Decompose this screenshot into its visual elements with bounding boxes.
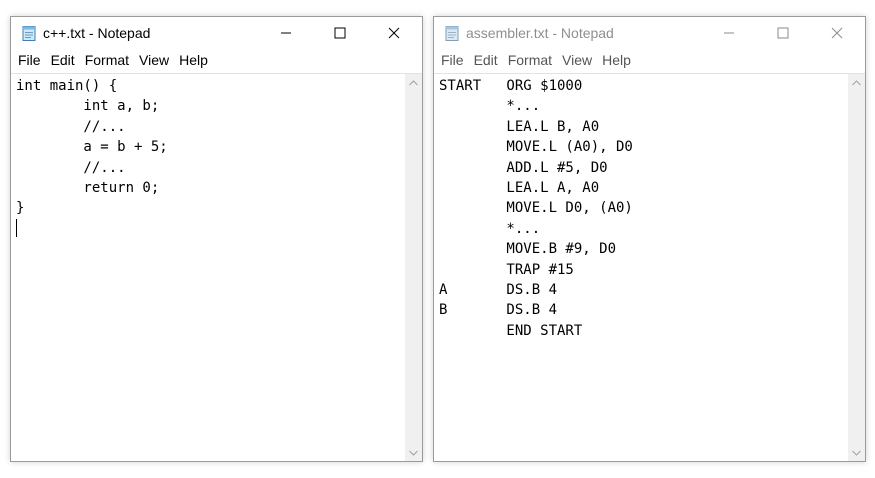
code-line: } xyxy=(16,200,25,217)
text-editor[interactable]: int main() { int a, b; //... a = b + 5; … xyxy=(11,73,405,461)
minimize-button[interactable] xyxy=(706,17,752,49)
text-editor[interactable]: START ORG $1000 *... LEA.L B, A0 MOVE.L … xyxy=(434,73,848,461)
notepad-icon xyxy=(445,25,459,41)
code-line: MOVE.L D0, (A0) xyxy=(439,200,633,217)
maximize-button[interactable] xyxy=(760,17,806,49)
maximize-icon xyxy=(777,27,789,39)
notepad-window-assembler[interactable]: assembler.txt - Notepad File Edit Format… xyxy=(433,16,866,462)
code-line: LEA.L B, A0 xyxy=(439,118,600,135)
close-icon xyxy=(831,27,843,39)
title-bar[interactable]: c++.txt - Notepad xyxy=(11,17,422,49)
code-text: int main() { int a, b; //... a = b + 5; … xyxy=(11,74,405,239)
caret-line xyxy=(16,218,405,239)
code-line: *... xyxy=(439,98,541,115)
code-line: *... xyxy=(439,220,541,237)
chevron-up-icon xyxy=(409,79,418,85)
close-button[interactable] xyxy=(814,17,860,49)
vertical-scrollbar[interactable] xyxy=(848,73,865,461)
menu-bar: File Edit Format View Help xyxy=(11,49,422,71)
menu-file[interactable]: File xyxy=(436,52,469,68)
code-line: A DS.B 4 xyxy=(439,281,558,298)
window-title: c++.txt - Notepad xyxy=(43,25,151,41)
code-line: int main() { xyxy=(16,78,118,94)
scroll-down-button[interactable] xyxy=(848,444,865,461)
code-line: LEA.L A, A0 xyxy=(439,179,600,196)
chevron-down-icon xyxy=(852,450,861,456)
menu-format[interactable]: Format xyxy=(503,52,557,68)
chevron-up-icon xyxy=(852,79,861,85)
notepad-icon xyxy=(22,25,36,41)
menu-bar: File Edit Format View Help xyxy=(434,49,865,71)
code-line: ADD.L #5, D0 xyxy=(439,159,608,176)
code-line: END START xyxy=(439,322,583,339)
text-caret xyxy=(16,218,17,237)
window-title: assembler.txt - Notepad xyxy=(466,25,614,41)
code-text: START ORG $1000 *... LEA.L B, A0 MOVE.L … xyxy=(434,74,848,341)
scroll-up-button[interactable] xyxy=(848,74,865,91)
notepad-window-cpp[interactable]: c++.txt - Notepad File Edit Format View … xyxy=(10,16,423,462)
close-button[interactable] xyxy=(371,17,417,49)
menu-help[interactable]: Help xyxy=(597,52,636,68)
minimize-icon xyxy=(281,32,291,34)
minimize-button[interactable] xyxy=(263,17,309,49)
code-line: int a, b; xyxy=(16,98,160,115)
scroll-up-button[interactable] xyxy=(405,74,422,91)
code-line: MOVE.L (A0), D0 xyxy=(439,139,633,156)
menu-format[interactable]: Format xyxy=(80,52,134,68)
minimize-icon xyxy=(724,32,734,34)
code-line: a = b + 5; xyxy=(16,139,168,156)
code-line: //... xyxy=(16,118,126,135)
menu-help[interactable]: Help xyxy=(174,52,213,68)
code-line: B DS.B 4 xyxy=(439,302,558,319)
code-line: START ORG $1000 xyxy=(439,78,583,94)
menu-file[interactable]: File xyxy=(13,52,46,68)
menu-view[interactable]: View xyxy=(557,52,597,68)
maximize-button[interactable] xyxy=(317,17,363,49)
maximize-icon xyxy=(334,27,346,39)
chevron-down-icon xyxy=(409,450,418,456)
code-line: //... xyxy=(16,159,126,176)
code-line: MOVE.B #9, D0 xyxy=(439,241,617,258)
title-bar[interactable]: assembler.txt - Notepad xyxy=(434,17,865,49)
menu-edit[interactable]: Edit xyxy=(469,52,503,68)
vertical-scrollbar[interactable] xyxy=(405,73,422,461)
code-line: return 0; xyxy=(16,179,160,196)
scroll-down-button[interactable] xyxy=(405,444,422,461)
close-icon xyxy=(388,27,400,39)
menu-edit[interactable]: Edit xyxy=(46,52,80,68)
menu-view[interactable]: View xyxy=(134,52,174,68)
code-line: TRAP #15 xyxy=(439,261,574,278)
